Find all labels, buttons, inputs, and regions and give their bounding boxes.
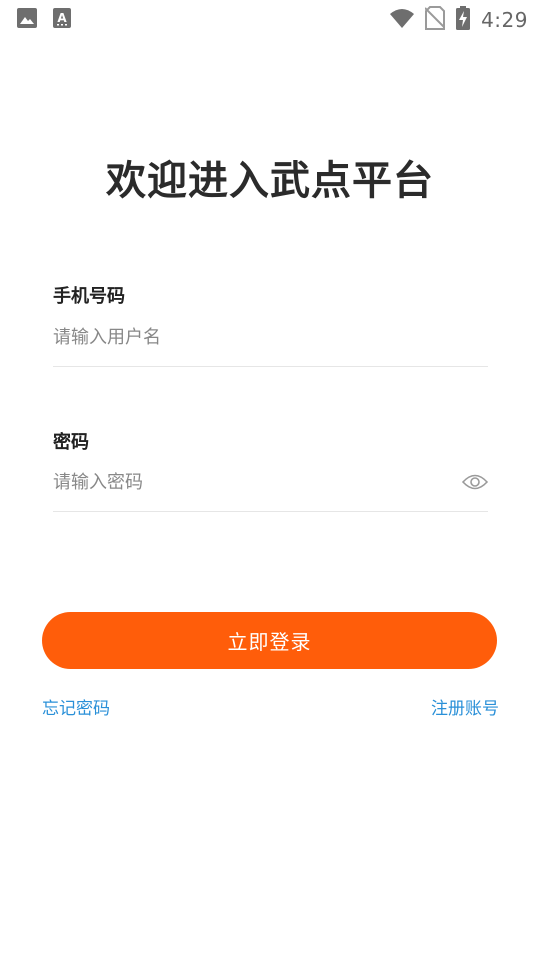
password-label: 密码 <box>53 432 89 453</box>
status-clock: 4:29 <box>481 8 528 32</box>
phone-input[interactable] <box>53 322 453 352</box>
forgot-password-link[interactable]: 忘记密码 <box>42 694 110 719</box>
password-visibility-toggle[interactable] <box>461 469 489 495</box>
password-divider <box>53 511 488 512</box>
status-bar: A 4:29 <box>0 0 540 36</box>
wifi-icon <box>389 7 415 33</box>
text-a-icon: A <box>53 8 71 32</box>
battery-charging-icon <box>455 6 471 34</box>
register-link[interactable]: 注册账号 <box>431 694 499 719</box>
password-input[interactable] <box>53 467 453 497</box>
login-button[interactable]: 立即登录 <box>42 612 497 669</box>
status-left-icons: A <box>17 8 71 32</box>
page-title: 欢迎进入武点平台 <box>106 158 434 204</box>
phone-divider <box>53 366 488 367</box>
status-right-icons: 4:29 <box>389 6 528 34</box>
phone-label: 手机号码 <box>53 286 125 307</box>
svg-text:A: A <box>57 11 67 25</box>
eye-icon <box>461 474 489 490</box>
image-icon <box>17 8 37 32</box>
no-sim-icon <box>424 6 446 34</box>
